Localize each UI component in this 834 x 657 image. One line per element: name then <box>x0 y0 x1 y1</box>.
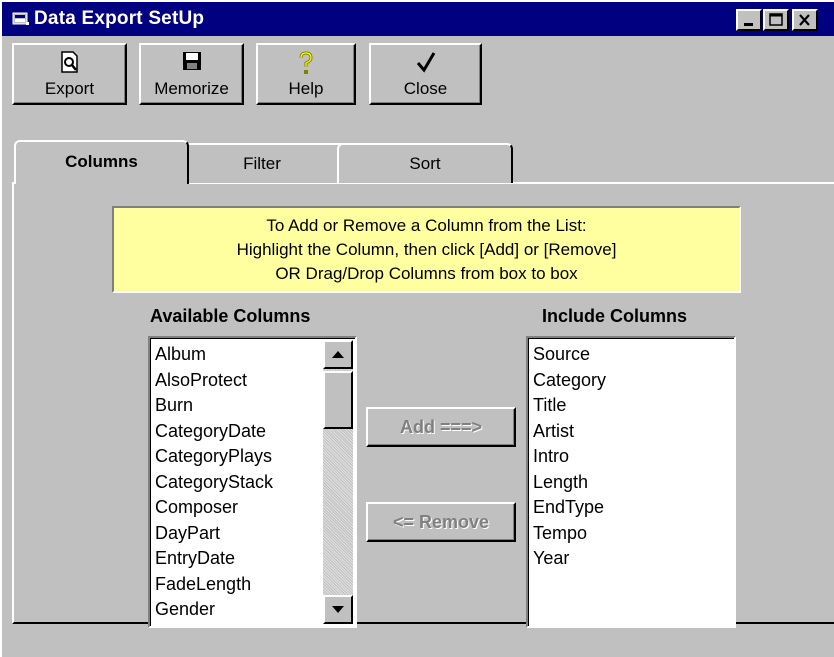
instructions-line-1: To Add or Remove a Column from the List: <box>266 216 587 235</box>
list-item[interactable]: Title <box>533 393 734 419</box>
scroll-down-button[interactable] <box>323 595 353 624</box>
question-mark-icon <box>299 51 313 74</box>
export-label: Export <box>44 79 95 98</box>
tab-sort[interactable]: Sort <box>337 143 513 183</box>
list-item[interactable]: Source <box>533 342 734 368</box>
close-icon <box>799 14 810 26</box>
tab-columns[interactable]: Columns <box>14 140 189 184</box>
memorize-label: Memorize <box>154 79 229 98</box>
data-export-window: Data Export SetUp Export Memorize Help C… <box>0 0 834 657</box>
scroll-up-button[interactable] <box>323 340 353 369</box>
list-item[interactable]: Artist <box>533 419 734 445</box>
include-columns-list[interactable]: Source Category Title Artist Intro Length EndT… <box>526 336 736 628</box>
available-scrollbar[interactable] <box>323 340 353 624</box>
close-button[interactable]: Close <box>369 43 482 105</box>
title-bar[interactable]: Data Export SetUp <box>2 2 834 36</box>
scroll-thumb[interactable] <box>323 371 353 429</box>
print-preview-icon <box>60 51 78 73</box>
help-label: Help <box>288 79 324 98</box>
checkmark-icon <box>416 52 435 73</box>
instructions-box: To Add or Remove a Column from the List:… <box>112 206 741 293</box>
app-icon <box>12 12 29 25</box>
minimize-button[interactable] <box>736 9 762 31</box>
add-button[interactable]: Add ===> <box>366 407 516 447</box>
tab-sort-label: Sort <box>409 154 441 173</box>
list-item[interactable]: Category <box>533 368 734 394</box>
list-item[interactable]: Length <box>533 470 734 496</box>
list-item[interactable]: Tempo <box>533 521 734 547</box>
include-columns-items: Source Category Title Artist Intro Length EndT… <box>528 338 734 572</box>
maximize-icon <box>769 13 783 26</box>
window-title: Data Export SetUp <box>34 8 205 29</box>
tab-columns-label: Columns <box>65 152 138 171</box>
available-columns-list[interactable]: Album AlsoProtect Burn CategoryDate Category… <box>148 336 357 628</box>
close-label: Close <box>403 79 448 98</box>
instructions-line-3: OR Drag/Drop Columns from box to box <box>275 264 578 283</box>
minimize-icon <box>744 23 753 26</box>
maximize-button[interactable] <box>763 9 789 31</box>
export-button[interactable]: Export <box>12 43 127 105</box>
remove-button[interactable]: <= Remove <box>366 502 516 542</box>
list-item[interactable]: Year <box>533 546 734 572</box>
available-columns-heading: Available Columns <box>150 306 311 326</box>
list-item[interactable]: Intro <box>533 444 734 470</box>
floppy-disk-icon <box>182 52 201 70</box>
help-button[interactable]: Help <box>256 43 356 105</box>
arrow-down-icon <box>332 606 344 613</box>
include-columns-heading: Include Columns <box>542 306 688 326</box>
memorize-button[interactable]: Memorize <box>139 43 244 105</box>
instructions-line-2: Highlight the Column, then click [Add] o… <box>236 240 617 259</box>
tab-filter-label: Filter <box>243 154 281 173</box>
close-window-button[interactable] <box>792 9 818 31</box>
arrow-up-icon <box>332 351 344 358</box>
tab-filter[interactable]: Filter <box>170 143 354 183</box>
list-item[interactable]: EndType <box>533 495 734 521</box>
